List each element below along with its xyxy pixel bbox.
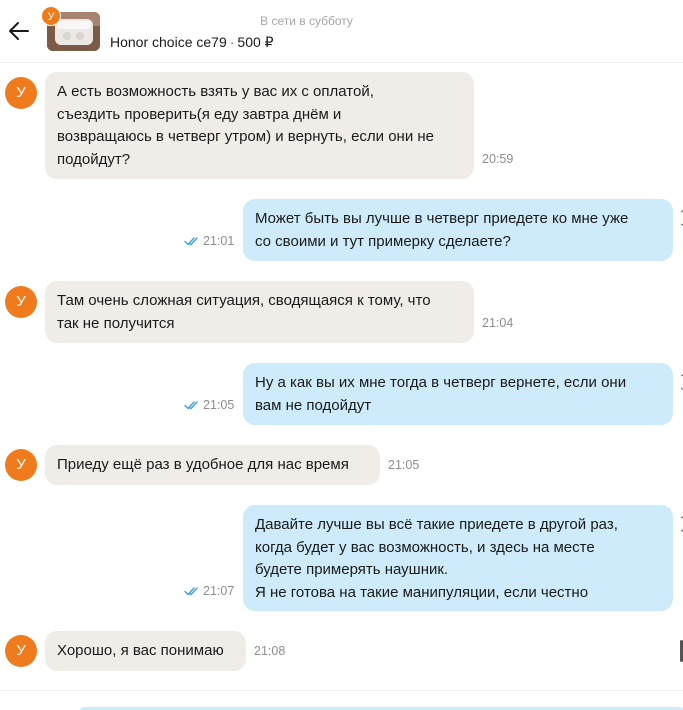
title-separator: · [229,34,235,50]
product-name: Honor choice ce79 [110,34,227,50]
message-time: 21:05 [203,398,235,412]
message-meta: 21:05 [184,398,234,412]
message-time: 20:59 [482,152,514,166]
seller-avatar[interactable]: У [5,449,37,481]
message-time: 21:01 [203,234,235,248]
message-text: Ну а как вы их мне тогда в четверг верне… [255,374,627,414]
double-check-icon [184,587,198,596]
chat-header: У В сети в субботу Honor choice ce79 · 500… [0,0,683,63]
message-time: 21:07 [203,584,235,598]
message-text: Может быть вы лучше в четверг приедете к… [255,210,629,250]
message-text: Давайте лучше вы всё такие приедете в др… [255,516,618,601]
message-composer [0,690,683,710]
seller-avatar-small: У [41,6,61,26]
message-meta: 21:07 [184,584,234,598]
message-text: Хорошо, я вас понимаю [57,642,224,659]
incoming-message: Приеду ещё раз в удобное для нас время [45,445,380,485]
incoming-message: А есть возможность взять у вас их с опла… [45,72,474,179]
outgoing-message: Давайте лучше вы всё такие приедете в др… [243,505,673,611]
outgoing-message: Может быть вы лучше в четверг приедете к… [243,199,673,261]
online-status: В сети в субботу [260,14,353,28]
message-action-icon[interactable] [679,210,683,226]
seller-avatar[interactable]: У [5,77,37,109]
incoming-message: Там очень сложная ситуация, сводящаяся к… [45,281,474,343]
outgoing-message: Ну а как вы их мне тогда в четверг верне… [243,363,673,425]
message-text: Приеду ещё раз в удобное для нас время [57,456,349,473]
double-check-icon [184,237,198,246]
message-action-icon[interactable] [679,374,683,390]
product-price: 500 ₽ [237,34,274,50]
incoming-message: Хорошо, я вас понимаю [45,631,246,671]
message-time: 21:08 [254,644,286,658]
double-check-icon [184,401,198,410]
message-text: А есть возможность взять у вас их с опла… [57,83,435,168]
message-meta: 21:01 [184,234,234,248]
seller-avatar[interactable]: У [5,286,37,318]
seller-avatar[interactable]: У [5,635,37,667]
message-action-icon[interactable] [679,516,683,532]
message-time: 21:04 [482,316,514,330]
message-time: 21:05 [388,458,420,472]
product-title[interactable]: Honor choice ce79 · 500 ₽ [110,34,274,51]
message-text: Там очень сложная ситуация, сводящаяся к… [57,292,431,332]
